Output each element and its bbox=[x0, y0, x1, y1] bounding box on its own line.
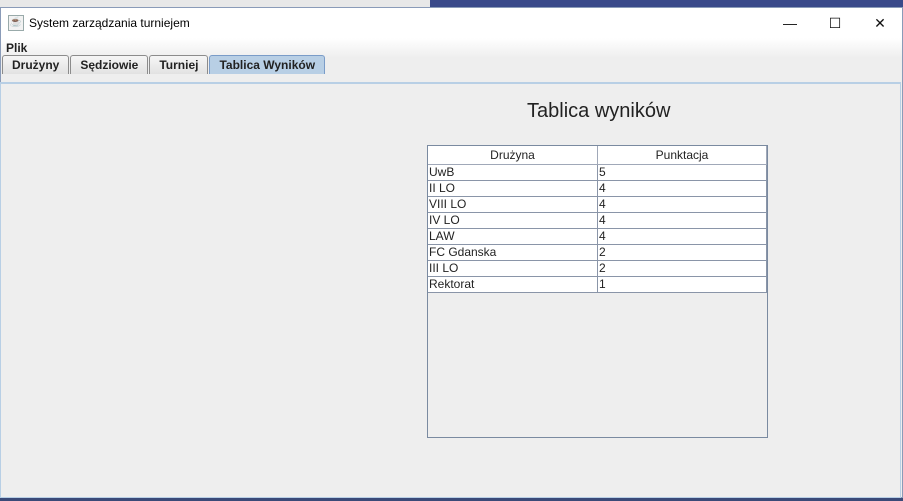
menu-plik[interactable]: Plik bbox=[6, 41, 27, 55]
close-button[interactable]: ✕ bbox=[857, 8, 903, 38]
table-row[interactable]: IV LO 4 bbox=[428, 213, 767, 229]
tab-bar: Drużyny Sędziowie Turniej Tablica Wynikó… bbox=[2, 55, 326, 74]
team-cell[interactable]: UwB bbox=[428, 165, 598, 181]
score-cell[interactable]: 5 bbox=[598, 165, 767, 181]
table-row[interactable]: LAW 4 bbox=[428, 229, 767, 245]
score-cell[interactable]: 4 bbox=[598, 229, 767, 245]
score-cell[interactable]: 4 bbox=[598, 213, 767, 229]
tab-druzyny[interactable]: Drużyny bbox=[2, 55, 70, 74]
table-row[interactable]: VIII LO 4 bbox=[428, 197, 767, 213]
score-cell[interactable]: 4 bbox=[598, 181, 767, 197]
table-row[interactable]: II LO 4 bbox=[428, 181, 767, 197]
score-cell[interactable]: 1 bbox=[598, 277, 767, 293]
team-cell[interactable]: IV LO bbox=[428, 213, 598, 229]
minimize-button[interactable]: — bbox=[767, 8, 813, 38]
tab-tablica-wynikow[interactable]: Tablica Wyników bbox=[209, 55, 326, 74]
table-row[interactable]: Rektorat 1 bbox=[428, 277, 767, 293]
table-row[interactable]: III LO 2 bbox=[428, 261, 767, 277]
team-cell[interactable]: Rektorat bbox=[428, 277, 598, 293]
team-cell[interactable]: LAW bbox=[428, 229, 598, 245]
score-cell[interactable]: 4 bbox=[598, 197, 767, 213]
tab-turniej[interactable]: Turniej bbox=[149, 55, 209, 74]
team-cell[interactable]: VIII LO bbox=[428, 197, 598, 213]
score-cell[interactable]: 2 bbox=[598, 245, 767, 261]
maximize-button[interactable]: ☐ bbox=[812, 8, 858, 38]
score-cell[interactable]: 2 bbox=[598, 261, 767, 277]
java-icon: ☕ bbox=[8, 15, 24, 31]
page-title: Tablica wyników bbox=[527, 100, 671, 122]
team-cell[interactable]: III LO bbox=[428, 261, 598, 277]
column-header-team[interactable]: Drużyna bbox=[428, 146, 598, 165]
team-cell[interactable]: II LO bbox=[428, 181, 598, 197]
window-title: System zarządzania turniejem bbox=[29, 16, 190, 30]
title-bar: ☕ System zarządzania turniejem — ☐ ✕ bbox=[1, 8, 902, 38]
team-cell[interactable]: FC Gdanska bbox=[428, 245, 598, 261]
table-row[interactable]: FC Gdanska 2 bbox=[428, 245, 767, 261]
scoreboard-table: Drużyna Punktacja UwB 5 II LO 4 VIII LO 4 IV L… bbox=[427, 145, 768, 438]
table-header: Drużyna Punktacja bbox=[428, 146, 767, 165]
table-row[interactable]: UwB 5 bbox=[428, 165, 767, 181]
column-header-score[interactable]: Punktacja bbox=[598, 146, 767, 165]
tab-sedziowie[interactable]: Sędziowie bbox=[70, 55, 149, 74]
